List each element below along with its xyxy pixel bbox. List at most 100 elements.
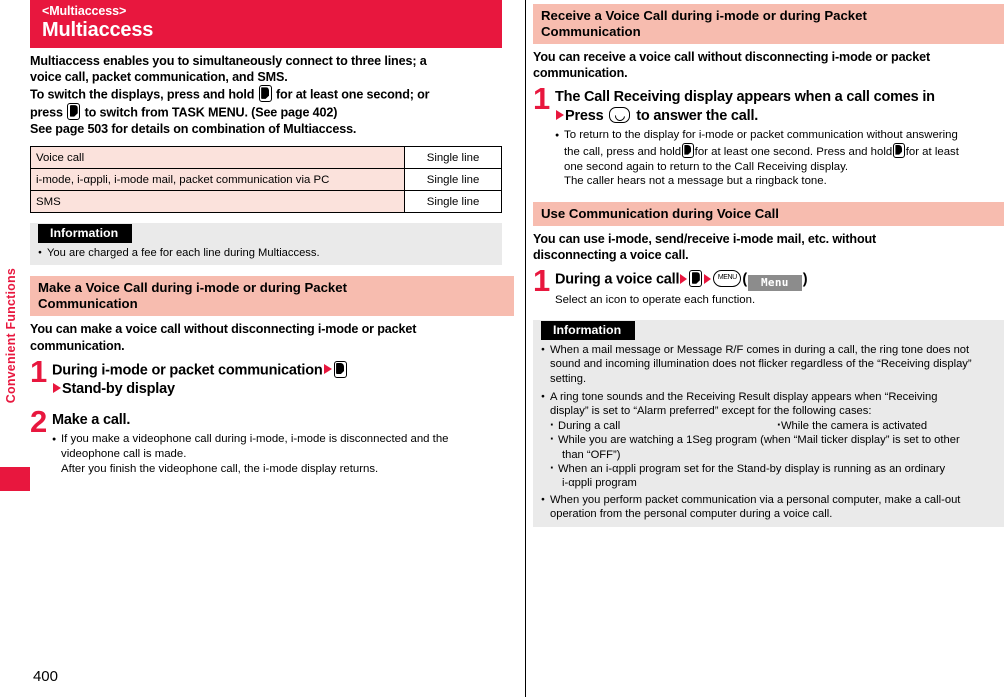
table-row: Voice call Single line xyxy=(30,146,502,170)
r-info-b3-line-1: When you perform packet communication vi… xyxy=(550,493,961,506)
r-info-sub-3-line-1: When an i-αppli program set for the Stan… xyxy=(558,462,946,475)
intro-line-5: See page 503 for details on combination … xyxy=(30,121,357,136)
right-column: Receive a Voice Call during i-mode or du… xyxy=(533,0,1004,697)
section2-lead: You can make a voice call without discon… xyxy=(30,321,514,353)
r-step-2-title-text: During a voice call xyxy=(555,271,680,288)
information-header: Information xyxy=(38,224,133,244)
r-info-sub-1a: During a call xyxy=(558,419,621,432)
r-step-2-sub: Select an icon to operate each function. xyxy=(555,294,756,307)
intro-line-2: voice call, packet communication, and SM… xyxy=(30,70,288,85)
arrow-icon xyxy=(704,273,712,284)
table-row: i-mode, i-αppli, i-mode mail, packet com… xyxy=(30,168,502,192)
r-step-1-bullet-line-1: To return to the display for i-mode or p… xyxy=(555,128,1004,143)
table-row: SMS Single line xyxy=(30,190,502,214)
r-info-b1-line-3: setting. xyxy=(550,372,587,385)
r-section2-lead-line-2: disconnecting a voice call. xyxy=(533,247,689,262)
intro-line-4b: to switch from TASK MENU. (See page 402) xyxy=(84,105,338,120)
table-cell-desc: Voice call xyxy=(30,146,405,170)
r-info-sub-3-line-2: i-αppli program xyxy=(562,477,637,490)
section2-lead-line-1: You can make a voice call without discon… xyxy=(30,322,417,337)
r-info-sub-3: When an i-αppli program set for the Stan… xyxy=(541,461,996,476)
section-heading-make-voice-call: Make a Voice Call during i-mode or durin… xyxy=(30,276,514,317)
side-tab-label: Convenient Functions xyxy=(4,268,18,404)
table-cell-desc: i-mode, i-αppli, i-mode mail, packet com… xyxy=(30,168,405,192)
step-2-bullet-line-1: If you make a videophone call during i-m… xyxy=(52,432,514,447)
r-info-b1-line-1: When a mail message or Message R/F comes… xyxy=(550,343,970,356)
r-info-bullet-1: When a mail message or Message R/F comes… xyxy=(541,343,996,386)
step-2-bullets: If you make a videophone call during i-m… xyxy=(52,432,514,476)
intro-line-3b: for at least one second; or xyxy=(276,87,430,102)
r-section1-heading-line-2: Communication xyxy=(541,24,641,39)
step-1-title: During i-mode or packet communication xyxy=(52,360,514,381)
multitask-key-icon xyxy=(682,143,694,158)
r-step-1-press-label: Press xyxy=(565,108,604,125)
multitask-key-icon xyxy=(689,270,703,288)
multitask-key-icon xyxy=(893,143,905,158)
section-heading-receive-voice-call: Receive a Voice Call during i-mode or du… xyxy=(533,4,1004,44)
multitask-key-icon xyxy=(333,360,347,378)
side-tab-marker xyxy=(0,467,30,491)
intro-line-4a: press xyxy=(30,105,63,120)
step-1: 1 During i-mode or packet communication … xyxy=(30,356,514,400)
r-info-b3-line-2: operation from the personal computer dur… xyxy=(550,508,833,521)
r-info-b1-line-2: sound and incoming illumination does not… xyxy=(550,358,972,371)
table-cell-value: Single line xyxy=(404,190,502,214)
intro-line-3a: To switch the displays, press and hold xyxy=(30,87,255,102)
r-information-panel: Information When a mail message or Messa… xyxy=(533,319,1004,527)
r-step-1-number: 1 xyxy=(533,81,551,117)
r-step-2: 1 During a voice call MENU(Menu) Select a… xyxy=(533,265,1004,308)
r-step-1-bullet-line-2: the call, press and hold for at least one… xyxy=(555,143,1004,160)
section-heading-line-1: Make a Voice Call during i-mode or durin… xyxy=(38,280,347,296)
information-bullet: You are charged a fee for each line duri… xyxy=(38,246,494,261)
step-2-number: 2 xyxy=(30,404,48,440)
section-heading-line-2: Communication xyxy=(38,296,138,312)
step-1-title-text: During i-mode or packet communication xyxy=(52,362,323,379)
step-1-title-line-2-text: Stand-by display xyxy=(62,381,175,398)
step-2-bullet-line-2: videophone call is made. xyxy=(61,447,187,460)
arrow-icon xyxy=(323,364,332,375)
r-step-1-bullets: To return to the display for i-mode or p… xyxy=(555,128,1004,188)
multitask-key-icon xyxy=(67,103,81,121)
r-info-sub-2: While you are watching a 1Seg program (w… xyxy=(541,432,996,447)
table-cell-desc: SMS xyxy=(30,190,405,214)
r-step-1-bullet-line-2c: for at least xyxy=(905,146,959,158)
r-step-1-title-line-2: Press to answer the call. xyxy=(555,107,1004,126)
softkey-menu-badge: Menu xyxy=(747,275,802,292)
r-information-header: Information xyxy=(541,320,636,340)
arrow-icon xyxy=(680,273,688,284)
information-panel: Information You are charged a fee for ea… xyxy=(30,223,502,266)
table-cell-value: Single line xyxy=(404,168,502,192)
r-section1-lead-line-1: You can receive a voice call without dis… xyxy=(533,50,931,64)
r-step-2-number: 1 xyxy=(533,263,551,299)
intro-line-1: Multiaccess enables you to simultaneousl… xyxy=(30,54,427,68)
column-divider xyxy=(525,0,527,697)
step-2: 2 Make a call. If you make a videophone … xyxy=(30,406,514,476)
step-2-bullet-line-3: After you finish the videophone call, th… xyxy=(61,462,379,475)
arrow-icon xyxy=(556,110,564,121)
r-step-1-bullet-line-2a: the call, press and hold xyxy=(564,146,682,158)
page-title-banner: <Multiaccess> Multiaccess xyxy=(30,0,502,48)
step-2-title: Make a call. xyxy=(52,412,131,429)
r-info-b2-line-2: display” is set to “Alarm preferred” exc… xyxy=(550,405,872,418)
r-info-sub-2-line-1: While you are watching a 1Seg program (w… xyxy=(558,434,960,447)
page-title-kicker: <Multiaccess> xyxy=(42,4,127,18)
step-1-number: 1 xyxy=(30,353,48,389)
paren-open: ( xyxy=(742,271,747,288)
r-step-1-title: The Call Receiving display appears when … xyxy=(555,89,935,106)
information-body: You are charged a fee for each line duri… xyxy=(30,246,502,261)
r-info-sub-1: During a call While the camera is activa… xyxy=(541,418,996,433)
page-title: Multiaccess xyxy=(42,19,154,41)
r-step-2-title: During a voice call MENU(Menu) xyxy=(555,270,1004,292)
intro-paragraph: Multiaccess enables you to simultaneousl… xyxy=(30,53,514,137)
r-info-sub-2-line-2: than “OFF”) xyxy=(562,448,621,461)
r-section1-lead-line-2: communication. xyxy=(533,66,628,81)
table-cell-value: Single line xyxy=(404,146,502,170)
r-section2-lead-line-1: You can use i-mode, send/receive i-mode … xyxy=(533,231,877,246)
r-information-body: When a mail message or Message R/F comes… xyxy=(533,343,1004,522)
answer-call-key-icon xyxy=(609,107,631,124)
left-column: <Multiaccess> Multiaccess Multiaccess en… xyxy=(30,0,514,697)
r-step-1-answer-label: to answer the call. xyxy=(636,108,759,125)
r-info-bullet-2: A ring tone sounds and the Receiving Res… xyxy=(541,390,996,419)
r-step-1-bullet-line-4: The caller hears not a message but a rin… xyxy=(564,175,827,188)
r-info-b2-line-1: A ring tone sounds and the Receiving Res… xyxy=(550,390,938,403)
